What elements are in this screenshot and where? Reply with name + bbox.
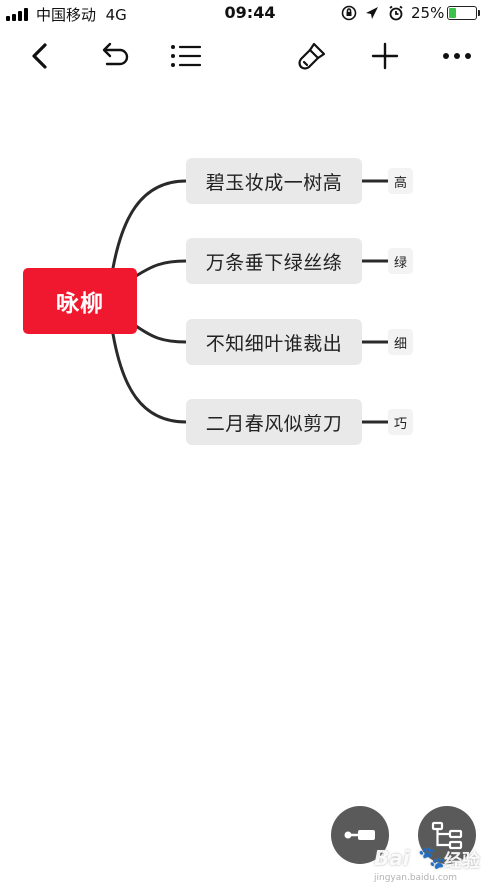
connector-branch-2 [134,259,188,278]
branch-topic[interactable]: 二月春风似剪刀 [186,399,362,445]
root-topic[interactable]: 咏柳 [23,268,137,334]
branch-topic[interactable]: 不知细叶谁裁出 [186,319,362,365]
subtopic[interactable]: 巧 [388,409,413,435]
branch-topic[interactable]: 碧玉妆成一树高 [186,158,362,204]
root-topic-label: 咏柳 [56,291,104,317]
branch-topic-label: 万条垂下绿丝绦 [205,251,343,274]
subtopic-label: 高 [393,175,407,191]
connector-branch-1 [111,179,188,270]
subtopic[interactable]: 细 [388,329,413,355]
subtopic[interactable]: 绿 [388,248,413,274]
paw-icon: 🐾 [418,846,446,871]
watermark-url: jingyan.baidu.com [374,873,458,883]
connector-branch-3 [134,324,188,344]
branch-topic[interactable]: 万条垂下绿丝绦 [186,238,362,284]
subtopic-label: 巧 [393,416,407,432]
watermark-text: 经验 [444,851,480,872]
subtopic-label: 绿 [393,255,407,271]
watermark: Bai 🐾 经验 jingyan.baidu.com [360,838,500,888]
subtopic-label: 细 [393,336,407,352]
branch-topic-label: 不知细叶谁裁出 [205,332,343,355]
branch-topic-label: 碧玉妆成一树高 [205,171,343,194]
subtopic[interactable]: 高 [388,168,413,194]
watermark-logo: Bai [374,846,410,870]
connector-branch-4 [111,332,188,424]
branch-topic-label: 二月春风似剪刀 [205,412,343,435]
